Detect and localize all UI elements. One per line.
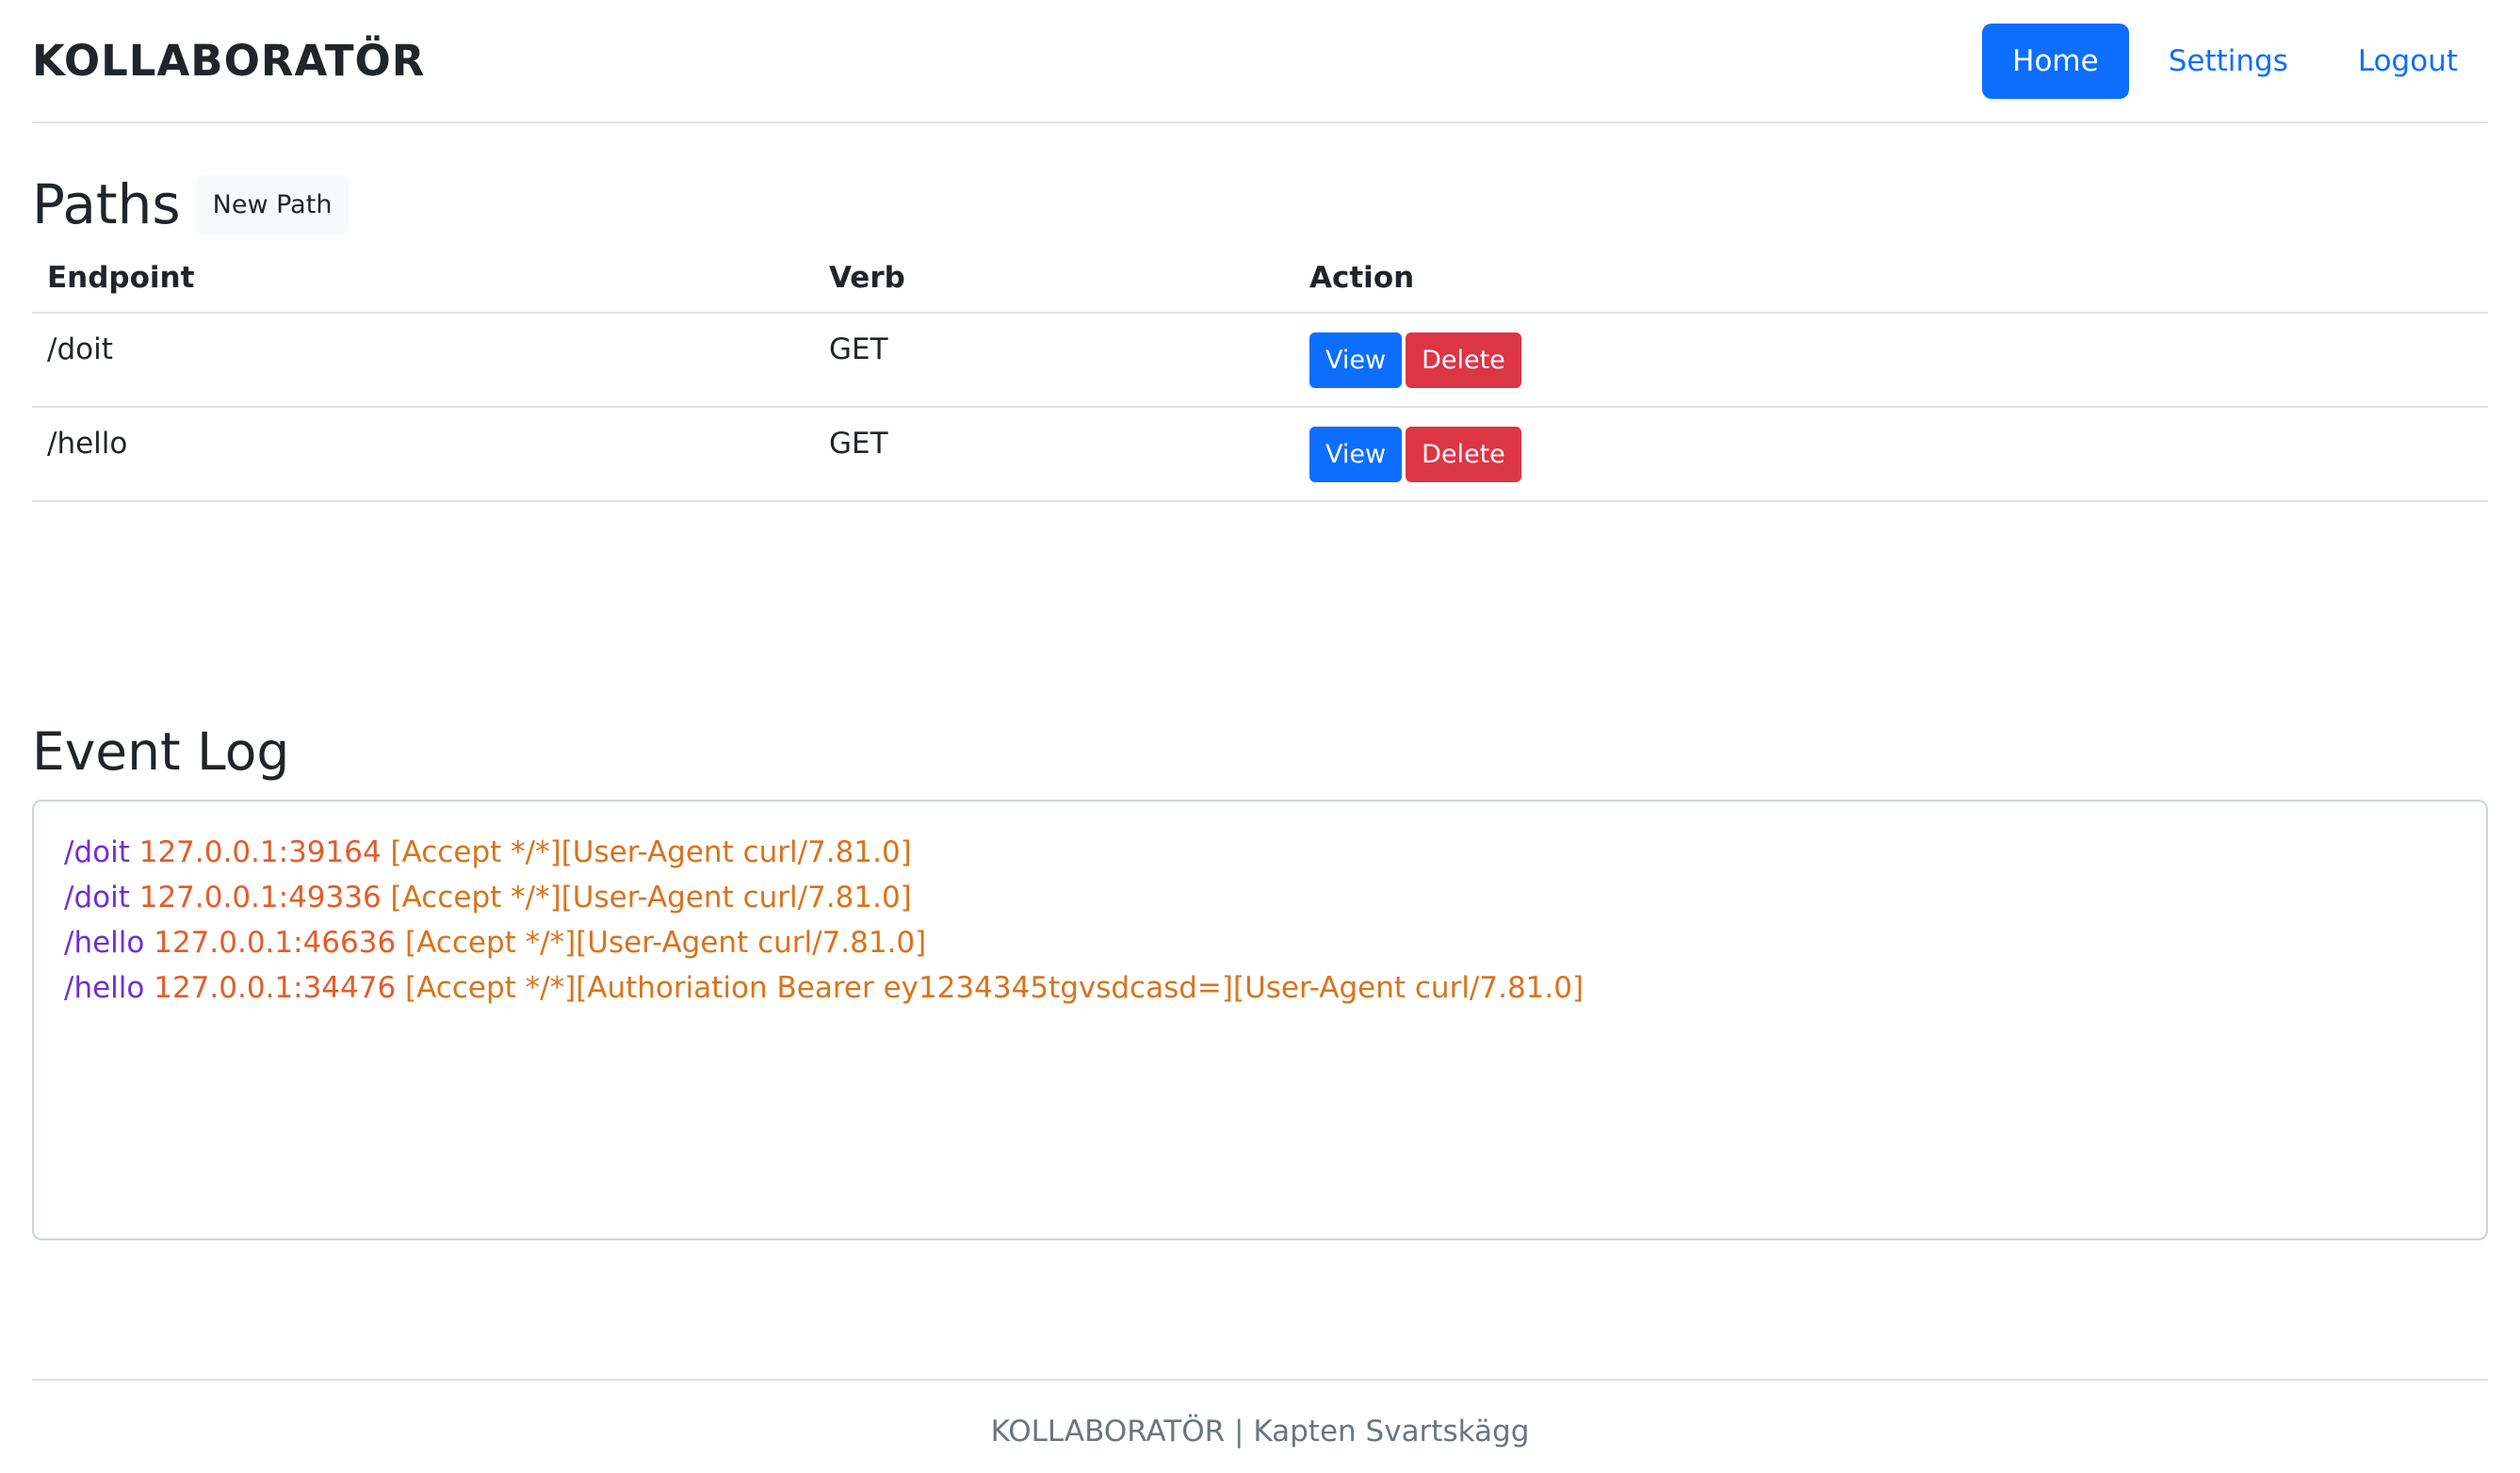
log-entry-address: 127.0.0.1:49336 bbox=[138, 881, 382, 915]
verb-cell: GET bbox=[814, 407, 1294, 502]
table-row: /hello GET View Delete bbox=[32, 407, 2488, 502]
paths-table: Endpoint Verb Action /doit GET View Delet… bbox=[32, 246, 2488, 502]
table-row: /doit GET View Delete bbox=[32, 313, 2488, 408]
header: KOLLABORATÖR Home Settings Logout bbox=[32, 0, 2488, 123]
column-header-action: Action bbox=[1294, 246, 2488, 314]
new-path-button[interactable]: New Path bbox=[195, 174, 350, 235]
log-entry-path: /doit bbox=[64, 881, 130, 915]
nav-home-link[interactable]: Home bbox=[1982, 23, 2129, 99]
log-entry-address: 127.0.0.1:39164 bbox=[138, 835, 382, 869]
log-entry-path: /hello bbox=[64, 926, 145, 960]
nav-settings-link[interactable]: Settings bbox=[2138, 24, 2318, 99]
endpoint-cell: /hello bbox=[32, 407, 814, 502]
footer-text: KOLLABORATÖR | Kapten Svartskägg bbox=[990, 1415, 1530, 1449]
nav-bar: Home Settings Logout bbox=[1982, 23, 2488, 99]
column-header-verb: Verb bbox=[814, 246, 1294, 314]
verb-cell: GET bbox=[814, 313, 1294, 408]
log-entry-headers: [Accept */*][User-Agent curl/7.81.0] bbox=[390, 881, 912, 915]
event-log-title: Event Log bbox=[32, 721, 290, 782]
view-button[interactable]: View bbox=[1309, 332, 1403, 388]
log-entry: /doit 127.0.0.1:39164 [Accept */*][User-… bbox=[64, 830, 2456, 875]
column-header-endpoint: Endpoint bbox=[32, 246, 814, 314]
log-entry-path: /hello bbox=[64, 971, 145, 1005]
log-entry-headers: [Accept */*][User-Agent curl/7.81.0] bbox=[390, 835, 912, 869]
action-cell: View Delete bbox=[1294, 313, 2488, 408]
log-entry: /hello 127.0.0.1:34476 [Accept */*][Auth… bbox=[64, 965, 2456, 1011]
log-entry-headers: [Accept */*][User-Agent curl/7.81.0] bbox=[405, 926, 927, 960]
paths-title: Paths bbox=[32, 172, 181, 236]
footer: KOLLABORATÖR | Kapten Svartskägg bbox=[32, 1379, 2488, 1449]
log-entry-headers: [Accept */*][Authoriation Bearer ey12343… bbox=[405, 971, 1585, 1005]
delete-button[interactable]: Delete bbox=[1406, 426, 1521, 482]
page: KOLLABORATÖR Home Settings Logout Paths … bbox=[0, 0, 2520, 1473]
log-entry-address: 127.0.0.1:34476 bbox=[154, 971, 397, 1005]
paths-heading-row: Paths New Path bbox=[32, 172, 2488, 236]
log-entry: /doit 127.0.0.1:49336 [Accept */*][User-… bbox=[64, 875, 2456, 920]
delete-button[interactable]: Delete bbox=[1406, 332, 1521, 388]
log-entry-address: 127.0.0.1:46636 bbox=[154, 926, 397, 960]
nav-logout-link[interactable]: Logout bbox=[2328, 24, 2488, 99]
brand-title: KOLLABORATÖR bbox=[32, 36, 426, 86]
log-entry-path: /doit bbox=[64, 835, 130, 869]
view-button[interactable]: View bbox=[1309, 426, 1403, 482]
table-header-row: Endpoint Verb Action bbox=[32, 246, 2488, 314]
event-log-box[interactable]: /doit 127.0.0.1:39164 [Accept */*][User-… bbox=[32, 800, 2488, 1240]
endpoint-cell: /doit bbox=[32, 313, 814, 408]
action-cell: View Delete bbox=[1294, 407, 2488, 502]
log-entry: /hello 127.0.0.1:46636 [Accept */*][User… bbox=[64, 920, 2456, 965]
